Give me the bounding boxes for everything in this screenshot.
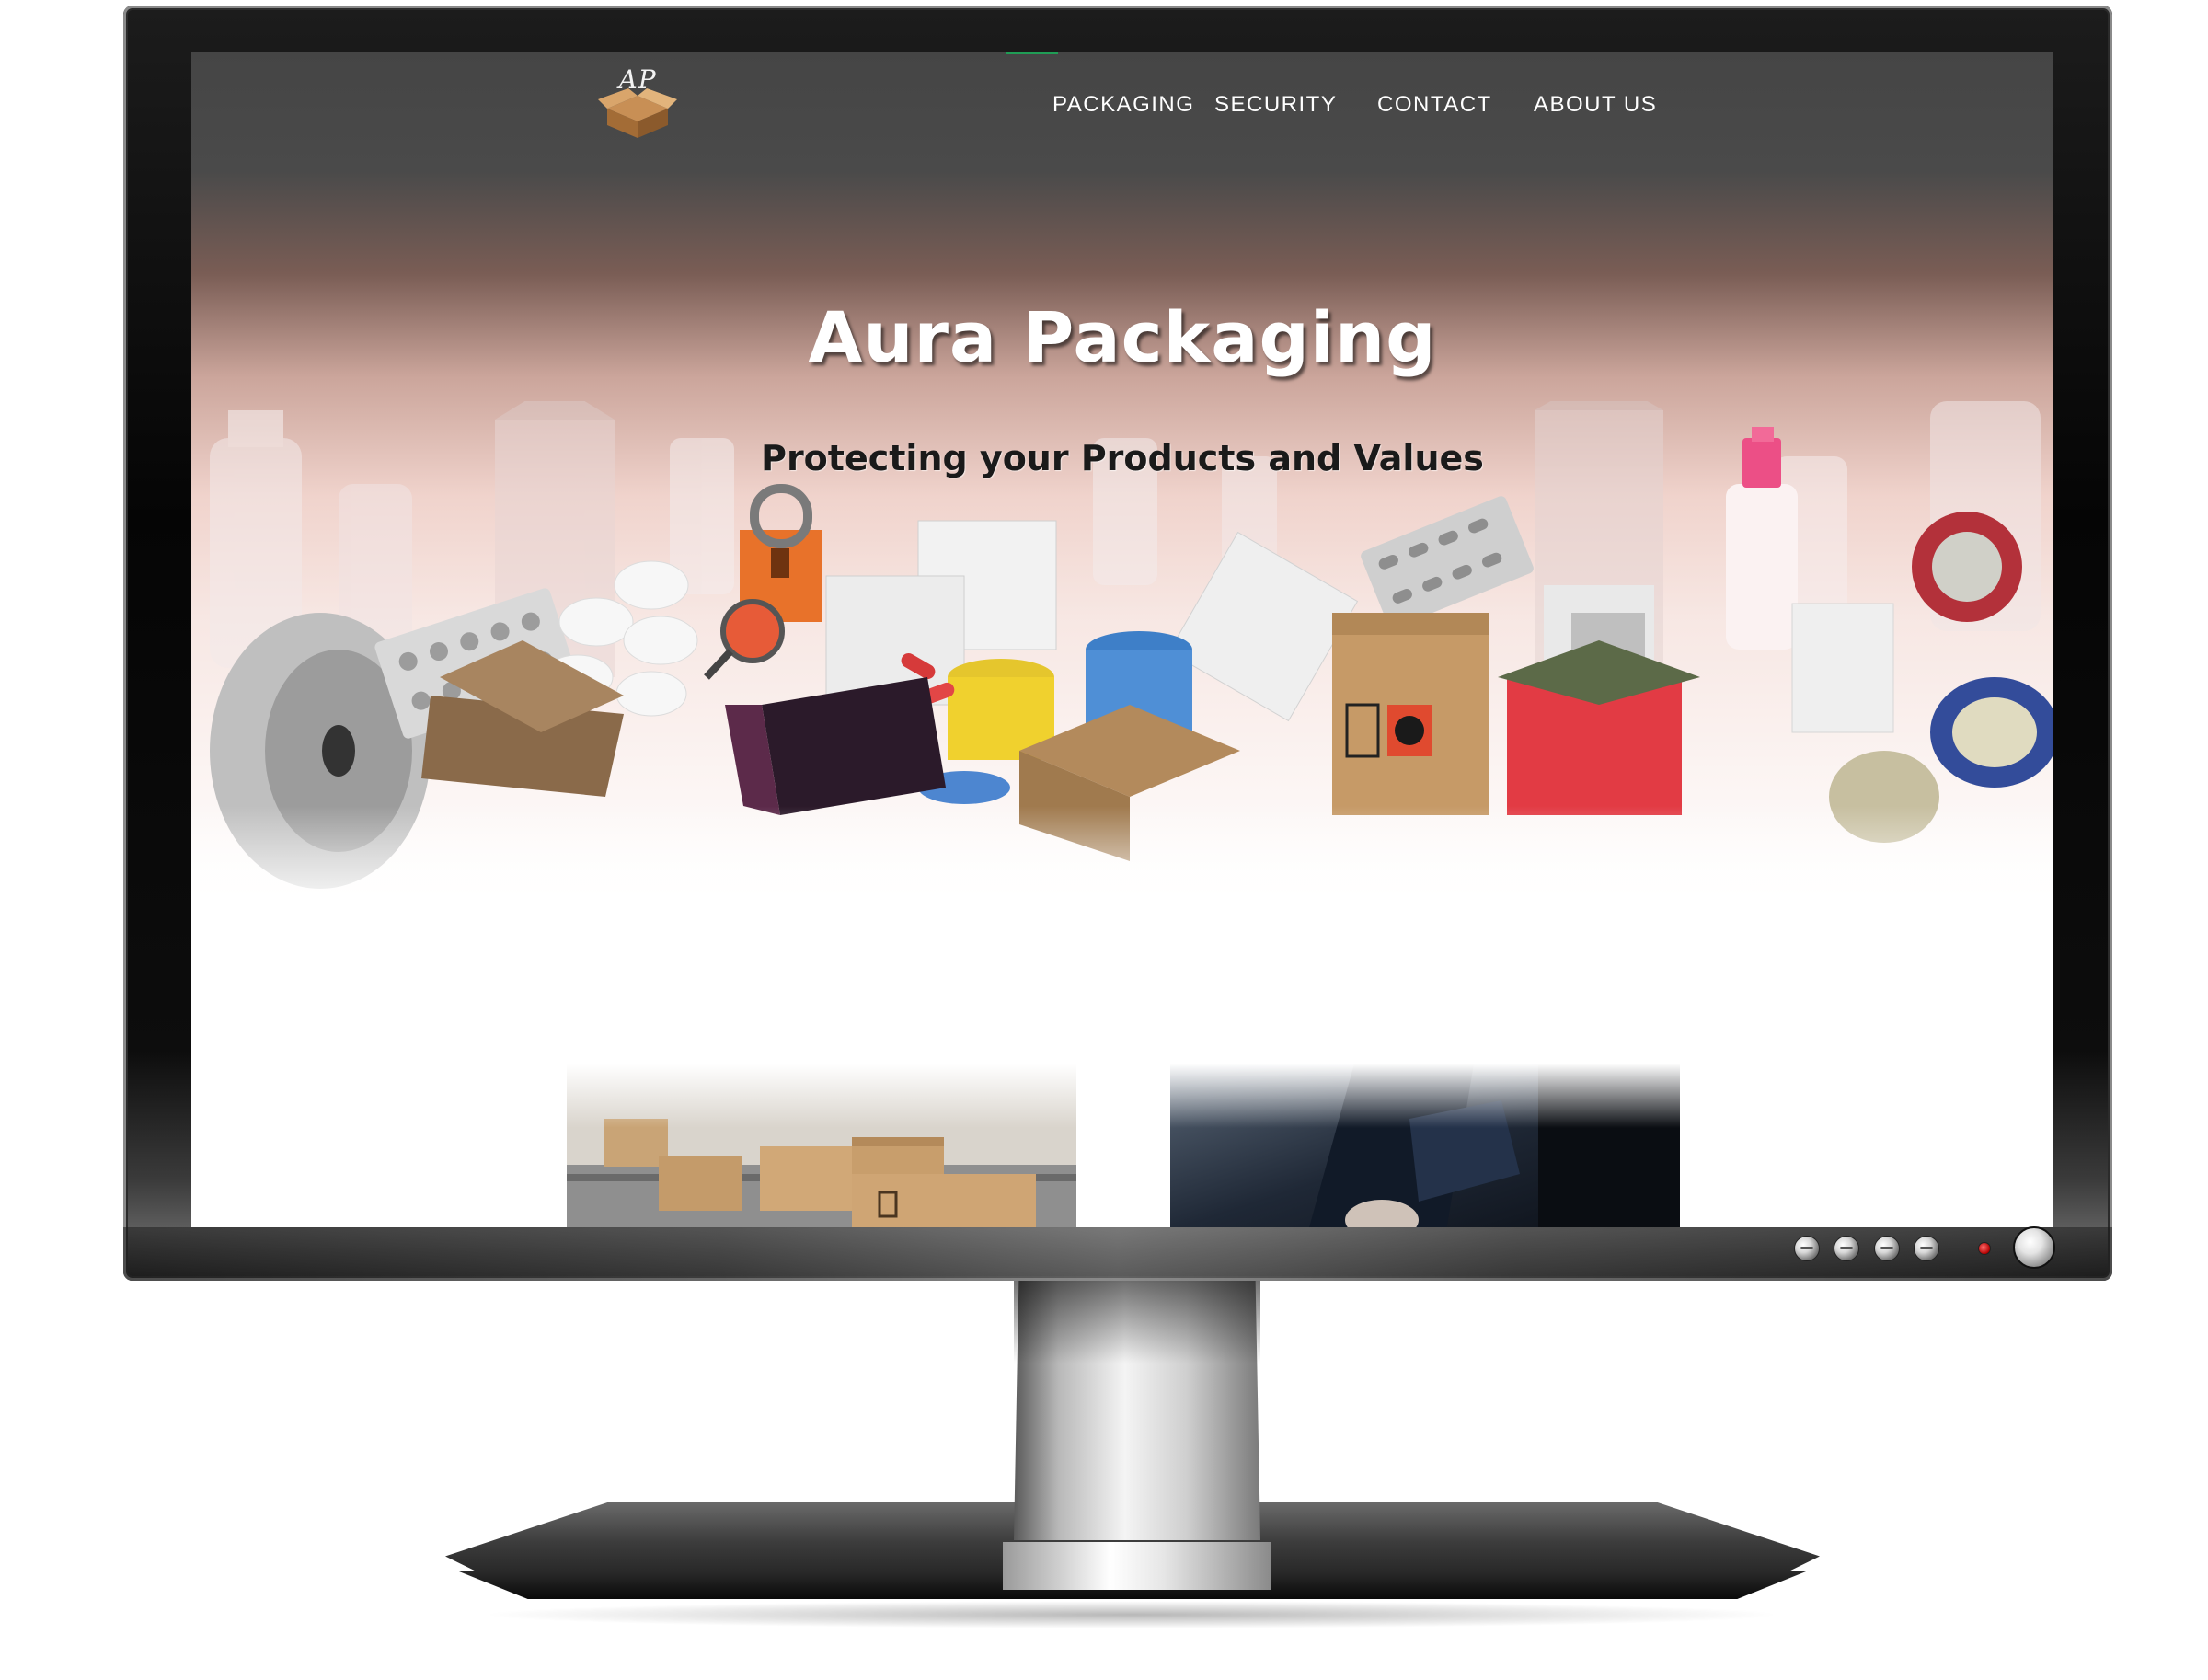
hero-bottom-fade (191, 806, 2053, 907)
stand-shadow (478, 1601, 1785, 1628)
logo-text: AP (618, 64, 657, 95)
up-button-icon[interactable] (1874, 1236, 1900, 1261)
stand-neck-shadow (1014, 1281, 1260, 1364)
hero-section: AP PACKAGING SECURITY CONTACT ABOUT US A… (191, 52, 2053, 907)
nav-link-about-us[interactable]: ABOUT US (1534, 92, 1657, 118)
down-button-icon[interactable] (1834, 1236, 1859, 1261)
input-button-icon[interactable] (1914, 1236, 1939, 1261)
nav-active-indicator (1006, 52, 1058, 54)
feature-card-security[interactable] (1170, 1064, 1680, 1227)
nav-link-contact[interactable]: CONTACT (1377, 92, 1492, 118)
power-led-icon (1978, 1242, 1991, 1255)
hero-subtitle: Protecting your Products and Values (761, 438, 1484, 478)
stand-neck-foot (1003, 1542, 1271, 1590)
nav-link-security[interactable]: SECURITY (1214, 92, 1337, 118)
main-navigation: PACKAGING SECURITY CONTACT ABOUT US (191, 92, 2053, 129)
feature-card-packaging[interactable] (567, 1064, 1076, 1227)
menu-button-icon[interactable] (1794, 1236, 1820, 1261)
nav-link-packaging[interactable]: PACKAGING (1052, 92, 1194, 118)
power-button-icon[interactable] (2013, 1226, 2055, 1269)
monitor-screen: AP PACKAGING SECURITY CONTACT ABOUT US A… (191, 52, 2053, 1227)
card-top-fade (1170, 1064, 1680, 1128)
monitor-frame: AP PACKAGING SECURITY CONTACT ABOUT US A… (123, 6, 2112, 1281)
hero-title: Aura Packaging (808, 296, 1437, 378)
card-top-fade (567, 1064, 1076, 1128)
